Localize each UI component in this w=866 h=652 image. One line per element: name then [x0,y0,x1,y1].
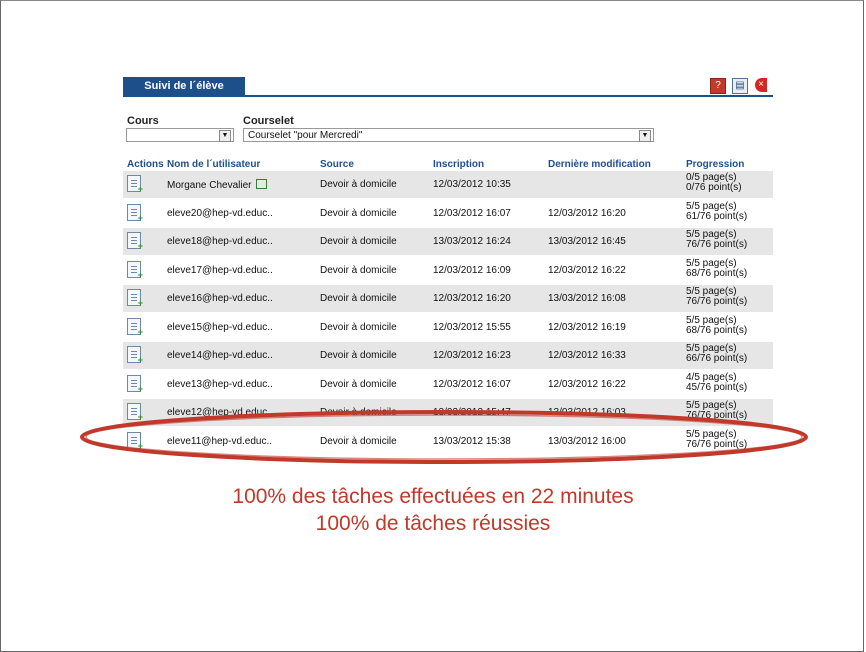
table-row: eleve13@hep-vd.educ.. Devoir à domicile 12… [123,371,773,398]
points-value: 68/76 point(s) [686,324,748,336]
source-cell: Devoir à domicile [320,350,397,361]
inscription-cell: 12/03/2012 16:07 [433,378,511,390]
col-header-inscription[interactable]: Inscription [433,159,484,170]
details-icon[interactable] [127,374,143,394]
modification-cell: 12/03/2012 16:22 [548,264,626,276]
modification-cell: 12/03/2012 16:22 [548,378,626,390]
table-row: eleve16@hep-vd.educ.. Devoir à domicile 12… [123,285,773,312]
user-name[interactable]: eleve16@hep-vd.educ.. [167,293,273,304]
col-header-user[interactable]: Nom de l´utilisateur [167,159,260,170]
user-name-text: Morgane Chevalier [167,180,252,191]
tab-bar: Suivi de l´élève [123,77,773,97]
user-name-text: eleve18@hep-vd.educ.. [167,236,273,247]
progression-cell: 5/5 page(s) 68/76 point(s) [686,314,748,336]
user-name-text: eleve17@hep-vd.educ.. [167,264,273,276]
progression-cell: 5/5 page(s) 68/76 point(s) [686,257,748,279]
highlight-ellipse [80,410,808,464]
col-header-modification[interactable]: Dernière modification [548,159,651,170]
details-icon[interactable] [127,317,143,337]
inscription-cell: 12/03/2012 16:07 [433,207,511,219]
details-icon[interactable] [127,289,143,308]
progression-cell: 5/5 page(s) 61/76 point(s) [686,200,748,222]
caption-line-2: 100% de tâches réussies [315,512,551,535]
highlight-ring-inner [85,414,803,460]
progression-cell: 5/5 page(s) 66/76 point(s) [686,344,747,364]
source-cell: Devoir à domicile [320,207,397,219]
table-row: eleve17@hep-vd.educ.. Devoir à domicile 12… [123,257,773,284]
user-name-text: eleve20@hep-vd.educ.. [167,207,273,219]
inscription-cell: 12/03/2012 16:09 [433,264,511,276]
points-value: 68/76 point(s) [686,267,748,279]
caption-line-1: 100% des tâches effectuées en 22 minutes [232,485,634,508]
table-row: eleve18@hep-vd.educ.. Devoir à domicile 13… [123,228,773,255]
progression-cell: 5/5 page(s) 76/76 point(s) [686,230,747,250]
user-name-text: eleve15@hep-vd.educ.. [167,321,273,333]
modification-cell: 12/03/2012 16:33 [548,350,626,361]
cours-label: Cours [127,115,159,127]
pages-value: 5/5 page(s) [686,200,737,212]
source-cell: Devoir à domicile [320,236,397,247]
inscription-cell: 12/03/2012 16:20 [433,293,511,304]
cours-select[interactable]: ▼ [126,128,234,142]
points-value: 76/76 point(s) [686,239,748,250]
details-icon[interactable] [127,260,143,280]
pages-value: 5/5 page(s) [686,257,737,269]
table-row: eleve20@hep-vd.educ.. Devoir à domicile 12… [123,200,773,227]
modification-cell: 12/03/2012 16:19 [548,321,626,333]
courselet-select-value: Courselet "pour Mercredi" [248,130,363,141]
modification-cell: 13/03/2012 16:08 [548,293,626,304]
source-cell: Devoir à domicile [320,321,397,333]
user-name[interactable]: eleve13@hep-vd.educ.. [167,379,273,390]
modification-cell: 13/03/2012 16:45 [548,236,626,247]
user-name[interactable]: eleve17@hep-vd.educ.. [167,265,273,276]
pages-value: 5/5 page(s) [686,314,737,326]
col-header-actions: Actions [127,159,164,170]
col-header-progression[interactable]: Progression [686,159,744,170]
points-value: 61/76 point(s) [686,210,748,222]
points-value: 76/76 point(s) [686,296,748,307]
source-cell: Devoir à domicile [320,378,397,390]
table-row: Morgane Chevalier Devoir à domicile 12/03/… [123,171,773,198]
progression-cell: 5/5 page(s) 76/76 point(s) [686,287,747,307]
source-cell: Devoir à domicile [320,264,397,276]
details-icon[interactable] [127,175,143,194]
chevron-down-icon: ▼ [219,130,231,142]
close-icon[interactable]: × [755,78,767,92]
user-name[interactable]: eleve14@hep-vd.educ.. [167,350,273,361]
user-name-text: eleve14@hep-vd.educ.. [167,350,273,361]
user-name[interactable]: eleve15@hep-vd.educ.. [167,322,273,333]
chevron-down-icon: ▼ [639,130,651,142]
tab-suivi-eleve[interactable]: Suivi de l´élève [123,77,245,95]
details-icon[interactable] [127,203,143,223]
points-value: 45/76 point(s) [686,381,748,393]
points-value: 0/76 point(s) [686,182,742,193]
user-name-text: eleve13@hep-vd.educ.. [167,378,273,390]
table-row: eleve14@hep-vd.educ.. Devoir à domicile 12… [123,342,773,369]
highlight-ring [80,410,808,464]
user-name[interactable]: Morgane Chevalier [167,179,267,191]
source-cell: Devoir à domicile [320,293,397,304]
print-icon[interactable]: ▤ [732,78,748,94]
courselet-select[interactable]: Courselet "pour Mercredi" ▼ [243,128,654,142]
user-name[interactable]: eleve20@hep-vd.educ.. [167,208,273,219]
user-name-text: eleve16@hep-vd.educ.. [167,293,273,304]
pages-value: 4/5 page(s) [686,371,737,383]
details-icon[interactable] [127,346,143,365]
details-icon[interactable] [127,232,143,251]
help-icon[interactable]: ? [710,78,726,94]
modification-cell: 12/03/2012 16:20 [548,207,626,219]
inscription-cell: 12/03/2012 10:35 [433,179,511,190]
table-row: eleve15@hep-vd.educ.. Devoir à domicile 12… [123,314,773,341]
points-value: 66/76 point(s) [686,353,748,364]
user-icon [255,179,267,189]
source-cell: Devoir à domicile [320,179,397,190]
col-header-source[interactable]: Source [320,159,354,170]
inscription-cell: 13/03/2012 16:24 [433,236,511,247]
courselet-label: Courselet [243,115,294,127]
progression-cell: 4/5 page(s) 45/76 point(s) [686,371,748,393]
inscription-cell: 12/03/2012 16:23 [433,350,511,361]
user-name[interactable]: eleve18@hep-vd.educ.. [167,236,273,247]
inscription-cell: 12/03/2012 15:55 [433,321,511,333]
progression-cell: 0/5 page(s) 0/76 point(s) [686,173,742,193]
